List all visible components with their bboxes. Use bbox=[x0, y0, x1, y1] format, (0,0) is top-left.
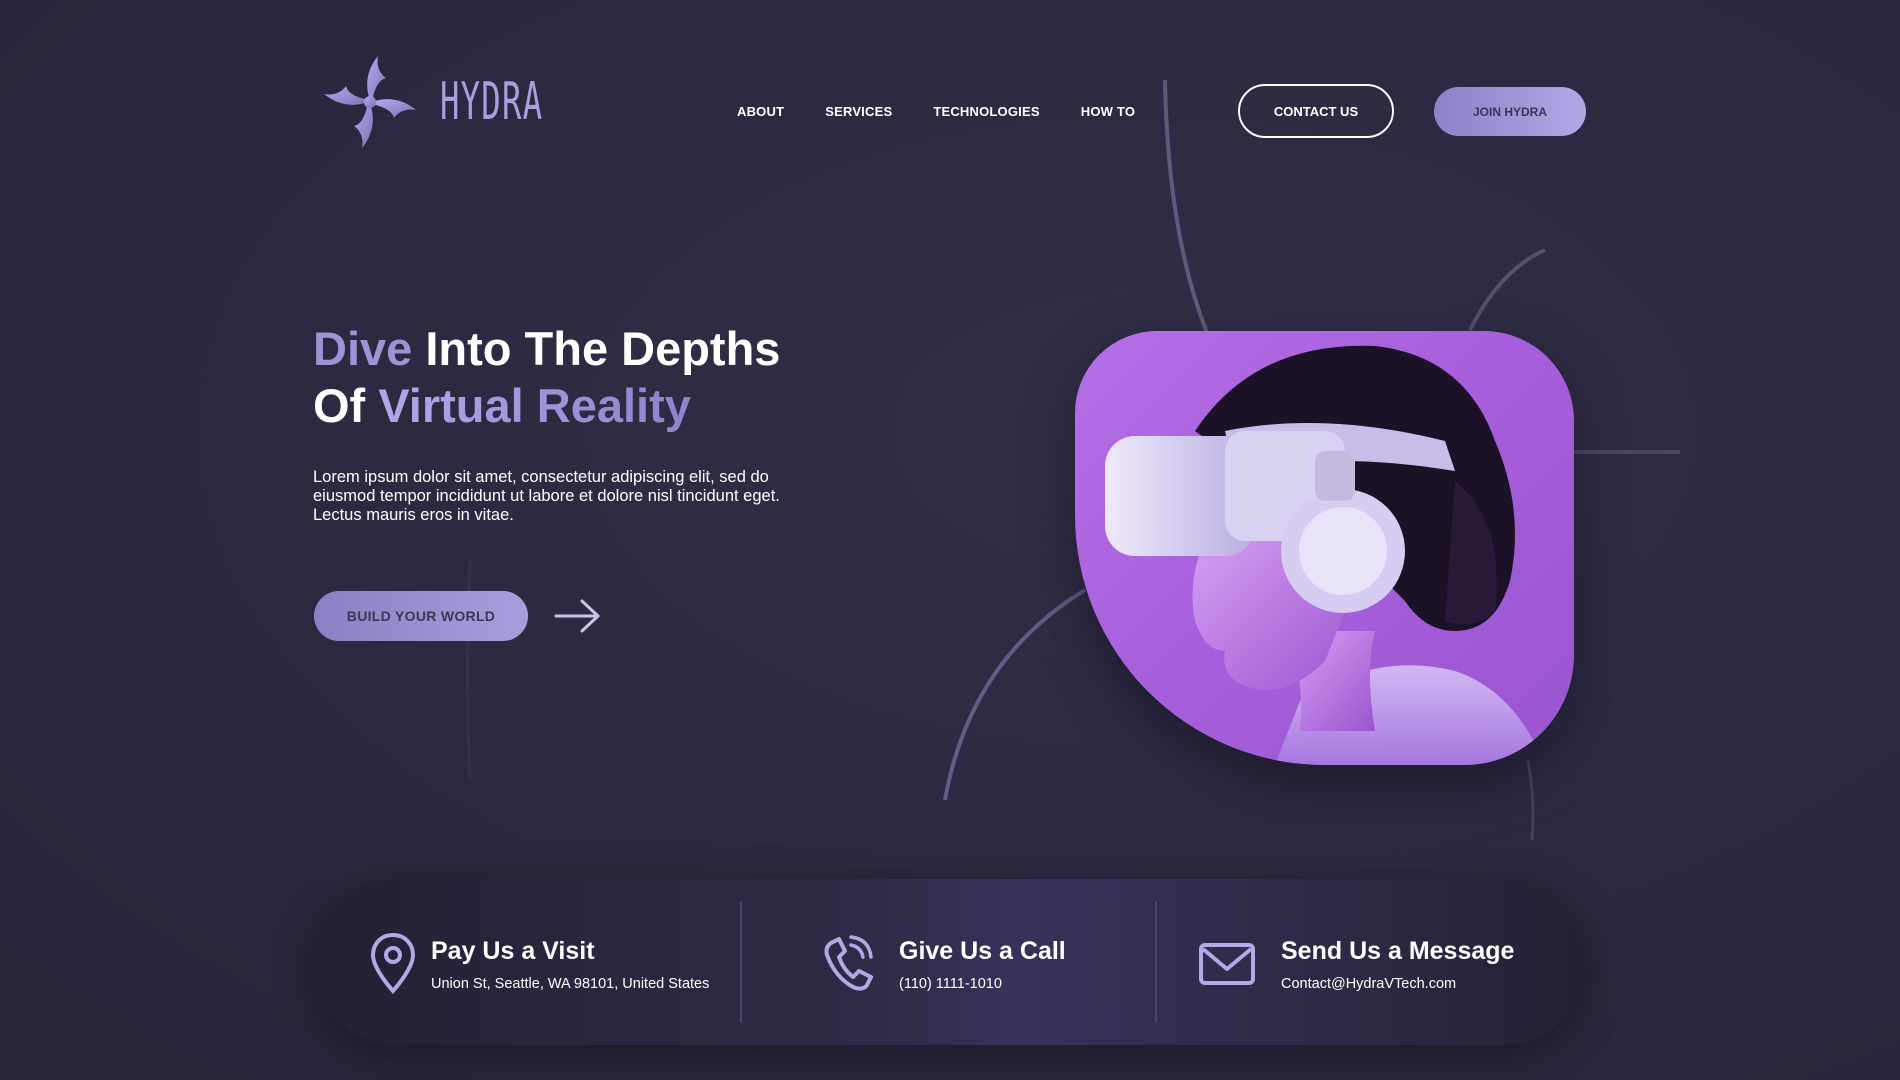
nav-how-to[interactable]: HOW TO bbox=[1081, 104, 1135, 119]
main-nav: ABOUT SERVICES TECHNOLOGIES HOW TO bbox=[737, 104, 1135, 119]
nav-about[interactable]: ABOUT bbox=[737, 104, 784, 119]
join-hydra-button[interactable]: JOIN HYDRA bbox=[1434, 87, 1586, 136]
build-your-world-button[interactable]: BUILD YOUR WORLD bbox=[314, 591, 528, 641]
contact-visit[interactable]: Pay Us a Visit Union St, Seattle, WA 981… bbox=[365, 931, 709, 995]
contact-email: Contact@HydraVTech.com bbox=[1281, 976, 1457, 992]
envelope-icon bbox=[1199, 943, 1255, 985]
hero-title-accent: Virtual Reality bbox=[378, 379, 691, 432]
contact-us-button[interactable]: CONTACT US bbox=[1238, 84, 1394, 138]
hydra-swirl-icon bbox=[324, 56, 416, 148]
landing-page: HYDRA ABOUT SERVICES TECHNOLOGIES HOW TO… bbox=[0, 0, 1900, 1080]
location-pin-icon bbox=[370, 932, 416, 994]
hero-title-part: Of bbox=[313, 379, 379, 432]
contact-title: Pay Us a Visit bbox=[431, 937, 595, 965]
divider bbox=[740, 901, 742, 1023]
hero-title-accent: Dive bbox=[313, 322, 413, 375]
hero-title-part: Into The Depths bbox=[412, 322, 781, 375]
contact-phone: (110) 1111-1010 bbox=[899, 976, 1002, 992]
contact-bar: Pay Us a Visit Union St, Seattle, WA 981… bbox=[313, 879, 1585, 1045]
contact-call[interactable]: Give Us a Call (110) 1111-1010 bbox=[819, 931, 1066, 995]
contact-title: Send Us a Message bbox=[1281, 937, 1515, 965]
contact-address: Union St, Seattle, WA 98101, United Stat… bbox=[431, 976, 710, 992]
contact-text: Give Us a Call (110) 1111-1010 bbox=[899, 931, 1066, 992]
brand-name: HYDRA bbox=[440, 72, 544, 132]
vr-headset-person-image bbox=[1075, 331, 1574, 765]
vr-illustration bbox=[1105, 345, 1545, 765]
nav-technologies[interactable]: TECHNOLOGIES bbox=[933, 104, 1039, 119]
hero-title: Dive Into The Depths Of Virtual Reality bbox=[313, 320, 780, 434]
contact-text: Pay Us a Visit Union St, Seattle, WA 981… bbox=[431, 931, 709, 992]
contact-message[interactable]: Send Us a Message Contact@HydraVTech.com bbox=[1199, 931, 1514, 995]
arrow-right-icon[interactable] bbox=[554, 597, 602, 635]
divider bbox=[1155, 901, 1157, 1023]
nav-services[interactable]: SERVICES bbox=[825, 104, 892, 119]
hero-description: Lorem ipsum dolor sit amet, consectetur … bbox=[313, 468, 780, 524]
contact-text: Send Us a Message Contact@HydraVTech.com bbox=[1281, 931, 1514, 992]
phone-icon bbox=[824, 935, 873, 991]
brand-logo[interactable]: HYDRA bbox=[314, 46, 607, 158]
contact-title: Give Us a Call bbox=[899, 937, 1066, 965]
